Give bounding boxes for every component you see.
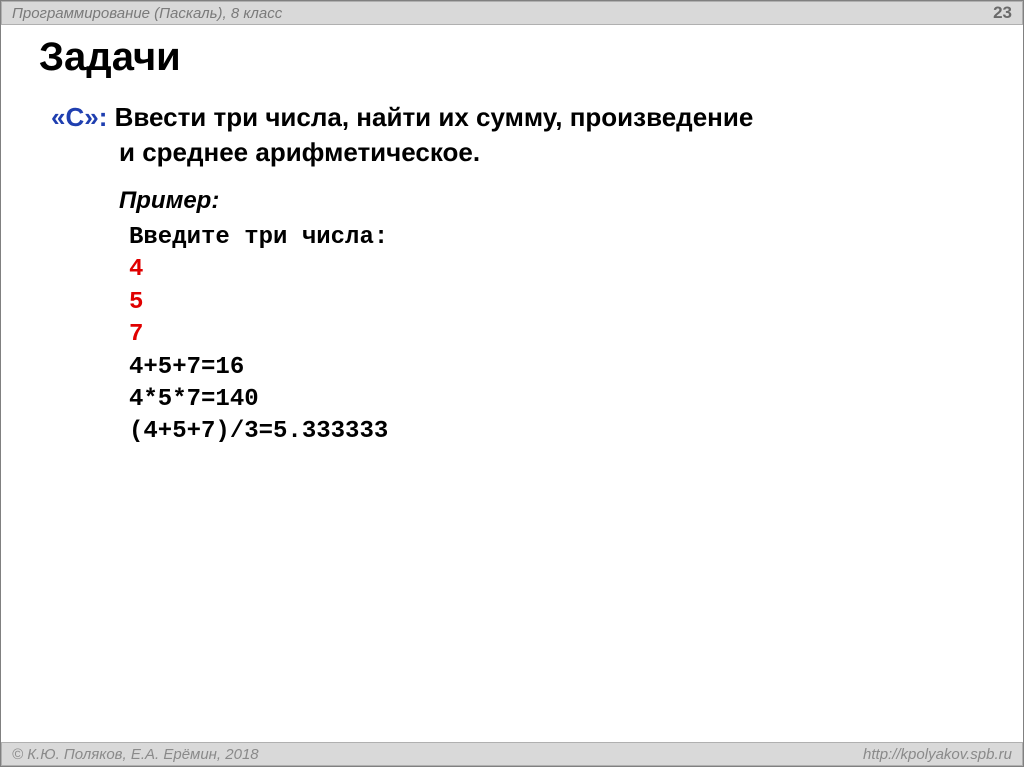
task-line1: «C»: Ввести три числа, найти их сумму, п… [51,101,983,134]
code-avg: (4+5+7)/3=5.333333 [129,416,983,448]
code-input-3: 7 [129,319,983,351]
example-block: Пример: Введите три числа: 4 5 7 4+5+7=1… [119,186,983,449]
task-block: «C»: Ввести три числа, найти их сумму, п… [51,101,983,449]
footer-copyright: © К.Ю. Поляков, Е.А. Ерёмин, 2018 [12,746,259,763]
code-input-2: 5 [129,287,983,319]
code-prompt: Введите три числа: [129,222,983,254]
code-product: 4*5*7=140 [129,384,983,416]
task-text-2: и среднее арифметическое. [119,136,983,169]
page-title: Задачи [39,35,181,79]
header-bar: Программирование (Паскаль), 8 класс 23 [1,1,1023,25]
slide: Программирование (Паскаль), 8 класс 23 З… [0,0,1024,767]
task-text-1: Ввести три числа, найти их сумму, произв… [107,102,753,132]
code-input-1: 4 [129,254,983,286]
footer-url: http://kpolyakov.spb.ru [863,746,1012,763]
page-number: 23 [993,3,1012,23]
task-marker: «C»: [51,102,107,132]
footer-bar: © К.Ю. Поляков, Е.А. Ерёмин, 2018 http:/… [1,742,1023,766]
code-block: Введите три числа: 4 5 7 4+5+7=16 4*5*7=… [129,222,983,449]
course-title: Программирование (Паскаль), 8 класс [12,5,282,22]
code-sum: 4+5+7=16 [129,352,983,384]
example-label: Пример: [119,186,983,216]
